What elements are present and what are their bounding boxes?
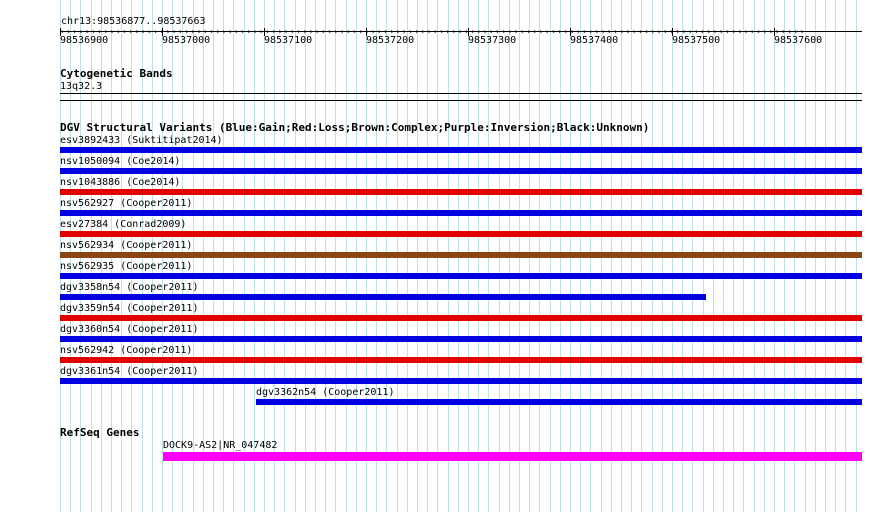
cytoband-label: 13q32.3	[60, 81, 103, 92]
variant-bar[interactable]	[60, 378, 862, 384]
variant-label[interactable]: nsv1043886 (Coe2014)	[60, 177, 180, 188]
ruler-tick-label: 98537300	[468, 35, 517, 46]
cytoband-bottom-line	[60, 100, 862, 101]
variant-label[interactable]: nsv562927 (Cooper2011)	[60, 198, 192, 209]
variant-label[interactable]: dgv3358n54 (Cooper2011)	[60, 282, 198, 293]
ruler-tick-label: 98537400	[570, 35, 619, 46]
variant-label[interactable]: nsv562935 (Cooper2011)	[60, 261, 192, 272]
variant-bar[interactable]	[60, 357, 862, 363]
variant-bar[interactable]	[60, 336, 862, 342]
cytoband-track-title: Cytogenetic Bands	[60, 67, 173, 80]
variant-bar[interactable]	[60, 231, 862, 237]
variant-label[interactable]: dgv3360n54 (Cooper2011)	[60, 324, 198, 335]
dgv-track-title: DGV Structural Variants (Blue:Gain;Red:L…	[60, 121, 650, 134]
ruler-tick-label: 98537000	[162, 35, 211, 46]
ruler-tick-label: 98537500	[672, 35, 721, 46]
variant-label[interactable]: nsv562942 (Cooper2011)	[60, 345, 192, 356]
variant-label[interactable]: nsv562934 (Cooper2011)	[60, 240, 192, 251]
variant-bar[interactable]	[60, 147, 862, 153]
variant-bar[interactable]	[60, 294, 706, 300]
variant-bar[interactable]	[256, 399, 862, 405]
variant-bar[interactable]	[60, 252, 862, 258]
variant-label[interactable]: nsv1050094 (Coe2014)	[60, 156, 180, 167]
variant-label[interactable]: esv27384 (Conrad2009)	[60, 219, 186, 230]
ruler-tick-label: 98537100	[264, 35, 313, 46]
gene-label[interactable]: DOCK9-AS2|NR_047482	[163, 440, 277, 451]
ruler-tick-label: 98537200	[366, 35, 415, 46]
variant-label[interactable]: dgv3359n54 (Cooper2011)	[60, 303, 198, 314]
refseq-track-title: RefSeq Genes	[60, 426, 140, 439]
cytoband-top-line	[60, 93, 862, 94]
variant-label[interactable]: dgv3362n54 (Cooper2011)	[256, 387, 394, 398]
variant-bar[interactable]	[60, 273, 862, 279]
variant-label[interactable]: esv3892433 (Suktitipat2014)	[60, 135, 223, 146]
ruler-tick-label: 98537600	[774, 35, 823, 46]
variant-bar[interactable]	[60, 168, 862, 174]
variant-bar[interactable]	[60, 315, 862, 321]
ruler-tick-label: 98536900	[60, 35, 109, 46]
gene-feature-bar[interactable]	[163, 452, 862, 461]
variant-label[interactable]: dgv3361n54 (Cooper2011)	[60, 366, 198, 377]
genome-browser-view: chr13:98536877..98537663 ›››››››››››››››…	[0, 0, 890, 512]
variant-bar[interactable]	[60, 210, 862, 216]
variant-bar[interactable]	[60, 189, 862, 195]
